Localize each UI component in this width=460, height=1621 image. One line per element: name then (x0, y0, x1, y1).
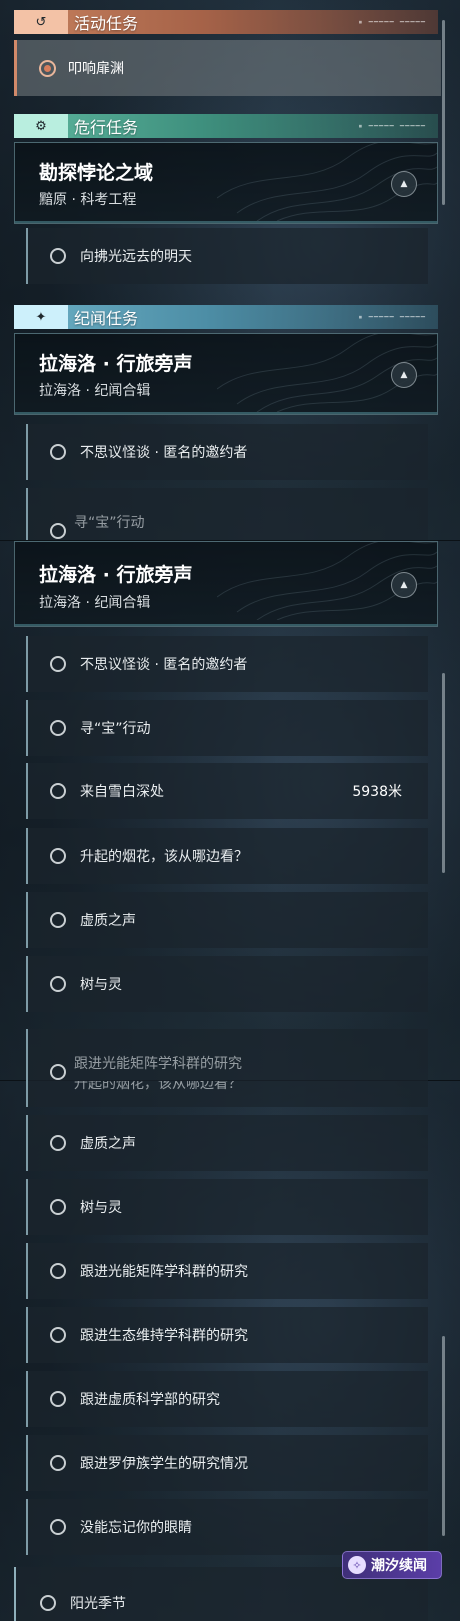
quest-row[interactable]: 向拂光远去的明天 (26, 228, 428, 284)
quest-row[interactable]: 升起的烟花，该从哪边看？ (26, 828, 428, 884)
quest-label-cut: 跟进光能矩阵学科群的研究 (74, 1056, 242, 1072)
quest-group-card[interactable]: 拉海洛 · 行旅旁声 拉海洛 · 纪闻合辑 ▲ (14, 541, 438, 627)
quest-panel-3: 升起的烟花，该从哪边看？ 虚质之声 树与灵 跟进光能矩阵学科群的研究 跟进生态维… (0, 1080, 460, 1621)
header-decoration: ▪ ━━━━━ ━━━━━ (358, 122, 426, 130)
chevron-up-icon[interactable]: ▲ (391, 171, 417, 197)
gear-eye-icon: ⚙ (14, 114, 68, 138)
quest-label: 升起的烟花，该从哪边看？ (80, 849, 248, 865)
radio-icon (40, 1595, 56, 1611)
quest-label: 虚质之声 (80, 1136, 136, 1152)
return-arrow-icon: ↺ (14, 10, 68, 34)
quest-label: 叩响扉渊 (68, 61, 124, 77)
quest-panel-1: ↺ 活动任务 ▪ ━━━━━ ━━━━━ 叩响扉渊 ⚙ 危行任务 ▪ ━━━━━… (0, 0, 460, 540)
quest-label: 跟进虚质科学部的研究 (80, 1392, 220, 1408)
quest-label: 树与灵 (80, 1200, 122, 1216)
group-subtitle: 黯原 · 科考工程 (39, 192, 137, 208)
category-title: 纪闻任务 (74, 309, 139, 328)
quest-label: 虚质之声 (80, 913, 136, 929)
quest-panel-2: 拉海洛 · 行旅旁声 拉海洛 · 纪闻合辑 ▲ 不思议怪谈 · 匿名的邀约者 寻… (0, 540, 460, 1081)
quest-label: 向拂光远去的明天 (80, 249, 192, 265)
quest-row[interactable]: 跟进生态维持学科群的研究 (26, 1307, 428, 1363)
radio-icon (50, 976, 66, 992)
app-logo: ✧ 潮汐续闻 (342, 1551, 442, 1579)
radio-icon (50, 1199, 66, 1215)
quest-label-cut: 寻“宝”行动 (74, 515, 145, 531)
quest-label: 不思议怪谈 · 匿名的邀约者 (80, 445, 248, 461)
scrollbar[interactable] (442, 673, 445, 873)
radio-icon (50, 1064, 66, 1080)
category-header-danger[interactable]: ⚙ 危行任务 ▪ ━━━━━ ━━━━━ (14, 114, 438, 138)
quest-row[interactable]: 跟进罗伊族学生的研究情况 (26, 1435, 428, 1491)
radio-icon (50, 1263, 66, 1279)
group-subtitle: 拉海洛 · 纪闻合辑 (39, 383, 151, 399)
radio-icon (50, 912, 66, 928)
quest-group-card[interactable]: 拉海洛 · 行旅旁声 拉海洛 · 纪闻合辑 ▲ (14, 333, 438, 415)
tracked-quest-item[interactable]: 叩响扉渊 (14, 40, 441, 96)
quest-label: 跟进生态维持学科群的研究 (80, 1328, 248, 1344)
quest-row[interactable]: 虚质之声 (26, 892, 428, 948)
radio-icon (50, 1391, 66, 1407)
category-header-story[interactable]: ✦ 纪闻任务 ▪ ━━━━━ ━━━━━ (14, 305, 438, 329)
quest-label: 没能忘记你的眼睛 (80, 1520, 192, 1536)
group-title: 拉海洛 · 行旅旁声 (39, 564, 193, 586)
quest-label: 跟进光能矩阵学科群的研究 (80, 1264, 248, 1280)
radio-icon (50, 783, 66, 799)
quest-label: 阳光季节 (70, 1596, 126, 1612)
group-title: 勘探悖论之域 (39, 162, 154, 184)
quest-row[interactable]: 不思议怪谈 · 匿名的邀约者 (26, 424, 428, 480)
tracked-radio-icon (39, 59, 56, 77)
chevron-up-icon[interactable]: ▲ (391, 362, 417, 388)
radio-icon (50, 720, 66, 736)
quest-row[interactable]: 寻“宝”行动 (26, 700, 428, 756)
quest-label: 树与灵 (80, 977, 122, 993)
quest-label: 不思议怪谈 · 匿名的邀约者 (80, 657, 248, 673)
quest-label: 寻“宝”行动 (80, 721, 151, 737)
group-title: 拉海洛 · 行旅旁声 (39, 353, 193, 375)
tide-logo-icon: ✧ (348, 1556, 366, 1574)
radio-icon (50, 1519, 66, 1535)
sparkle-icon: ✦ (14, 305, 68, 329)
quest-label: 来自雪白深处 (80, 784, 164, 800)
quest-label-cut: 升起的烟花，该从哪边看？ (74, 1080, 242, 1092)
radio-icon (50, 1455, 66, 1471)
header-decoration: ▪ ━━━━━ ━━━━━ (358, 313, 426, 321)
radio-icon (50, 656, 66, 672)
radio-icon (50, 444, 66, 460)
quest-row[interactable]: 树与灵 (26, 1179, 428, 1235)
radio-icon (50, 848, 66, 864)
quest-row[interactable]: 来自雪白深处 5938米 (26, 763, 428, 819)
radio-icon (50, 1327, 66, 1343)
chevron-up-icon[interactable]: ▲ (391, 572, 417, 598)
category-header-active[interactable]: ↺ 活动任务 ▪ ━━━━━ ━━━━━ (14, 10, 438, 34)
quest-row[interactable]: 跟进虚质科学部的研究 (26, 1371, 428, 1427)
quest-row[interactable]: 树与灵 (26, 956, 428, 1012)
scrollbar[interactable] (442, 20, 445, 205)
radio-icon (50, 523, 66, 539)
group-subtitle: 拉海洛 · 纪闻合辑 (39, 595, 151, 611)
quest-row[interactable]: 虚质之声 (26, 1115, 428, 1171)
quest-row[interactable]: 没能忘记你的眼睛 (26, 1499, 428, 1555)
scrollbar[interactable] (442, 1336, 445, 1536)
category-title: 活动任务 (74, 14, 139, 33)
quest-group-card[interactable]: 勘探悖论之域 黯原 · 科考工程 ▲ (14, 142, 438, 224)
header-decoration: ▪ ━━━━━ ━━━━━ (358, 18, 426, 26)
radio-icon (50, 248, 66, 264)
logo-text: 潮汐续闻 (371, 1558, 427, 1574)
category-title: 危行任务 (74, 118, 139, 137)
radio-icon (50, 1135, 66, 1151)
quest-label: 跟进罗伊族学生的研究情况 (80, 1456, 248, 1472)
quest-row[interactable]: 跟进光能矩阵学科群的研究 (26, 1243, 428, 1299)
quest-distance: 5938米 (352, 784, 402, 800)
quest-row[interactable]: 不思议怪谈 · 匿名的邀约者 (26, 636, 428, 692)
